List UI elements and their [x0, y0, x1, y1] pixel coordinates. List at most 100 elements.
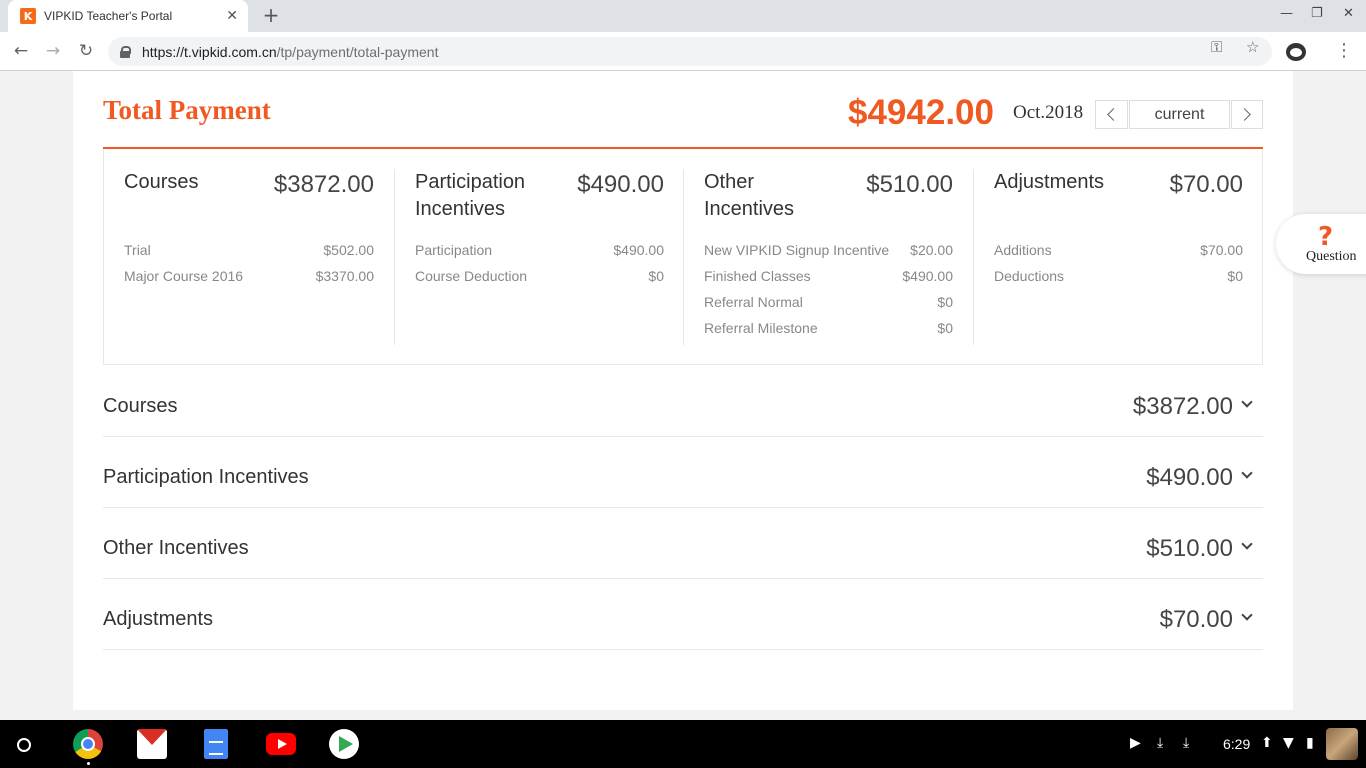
extension-icon[interactable]: [1286, 43, 1306, 61]
update-icon[interactable]: ⬆: [1261, 735, 1273, 751]
gmail-app-icon[interactable]: [137, 729, 167, 759]
running-indicator: [87, 762, 90, 765]
url-host: https://t.vipkid.com.cn: [142, 43, 277, 60]
question-mark-icon: ?: [1318, 222, 1334, 252]
back-arrow-icon[interactable]: ←: [10, 40, 32, 62]
line-item-value: $0: [648, 268, 664, 284]
cast-icon[interactable]: ▶: [1130, 735, 1141, 751]
column-amount: $490.00: [577, 171, 664, 198]
url-path: /tp/payment/total-payment: [276, 43, 439, 60]
accordion-amount: $70.00: [1159, 606, 1233, 633]
wifi-icon[interactable]: ▼: [1283, 735, 1294, 751]
line-item-label: Referral Normal: [704, 294, 803, 310]
line-item-label: Additions: [994, 242, 1052, 258]
current-period-button[interactable]: current: [1129, 100, 1230, 129]
vipkid-favicon-icon: K: [20, 8, 36, 24]
line-item-value: $490.00: [902, 268, 953, 284]
line-item: Trial $502.00: [124, 237, 374, 263]
tab-title: VIPKID Teacher's Portal: [44, 9, 173, 23]
accordion-label: Participation Incentives: [103, 466, 309, 488]
accordion-adjustments[interactable]: Adjustments $70.00: [103, 579, 1263, 650]
line-item-label: Referral Milestone: [704, 320, 818, 336]
line-item: Finished Classes $490.00: [704, 263, 953, 289]
play-store-app-icon[interactable]: [329, 729, 359, 759]
launcher-icon[interactable]: [17, 738, 31, 752]
chevron-down-icon: [1241, 538, 1253, 550]
accordion-label: Courses: [103, 395, 178, 417]
line-item: Referral Milestone $0: [704, 315, 953, 341]
star-icon[interactable]: ☆: [1246, 38, 1259, 56]
line-item: Additions $70.00: [994, 237, 1243, 263]
accordion-amount: $490.00: [1146, 464, 1233, 491]
line-item-value: $0: [1227, 268, 1243, 284]
line-item-value: $502.00: [323, 242, 374, 258]
address-bar[interactable]: https://t.vipkid.com.cn/tp/payment/total…: [108, 37, 1272, 66]
line-item-label: Deductions: [994, 268, 1065, 284]
browser-toolbar: ← → ↻ https://t.vipkid.com.cn/tp/payment…: [0, 32, 1366, 71]
line-item: Deductions $0: [994, 263, 1243, 289]
line-item-value: $3370.00: [315, 268, 374, 284]
line-item-label: Major Course 2016: [124, 268, 244, 284]
battery-icon[interactable]: ▮: [1306, 735, 1314, 751]
os-shelf: ▶ ⤓ ⤓ 6:29 ⬆ ▼ ▮: [0, 720, 1366, 768]
summary-column-participation: Participation Incentives $490.00 Partici…: [394, 169, 684, 345]
reload-icon[interactable]: ↻: [75, 40, 97, 62]
restore-icon[interactable]: ❐: [1311, 6, 1323, 21]
lock-icon: [120, 45, 131, 58]
payment-card: Total Payment $4942.00 Oct.2018 current …: [73, 71, 1293, 710]
accordion-label: Other Incentives: [103, 537, 249, 559]
avatar[interactable]: [1326, 728, 1358, 760]
line-item-value: $0: [937, 294, 953, 310]
youtube-app-icon[interactable]: [266, 733, 296, 755]
column-amount: $3872.00: [273, 171, 374, 198]
line-item-label: Course Deduction: [415, 268, 528, 284]
line-item: Participation $490.00: [415, 237, 664, 263]
download-icon[interactable]: ⤓: [1183, 735, 1189, 751]
tab-close-icon[interactable]: ✕: [226, 8, 238, 24]
key-icon[interactable]: ⚿: [1211, 38, 1222, 56]
previous-month-button[interactable]: [1095, 100, 1128, 129]
accordion-amount: $510.00: [1146, 535, 1233, 562]
accordion-participation-incentives[interactable]: Participation Incentives $490.00: [103, 437, 1263, 508]
payment-summary: Courses $3872.00 Trial $502.00 Major Cour…: [103, 149, 1263, 365]
column-title: Other Incentives: [704, 171, 795, 220]
minimize-icon[interactable]: —: [1280, 6, 1293, 21]
accordion-other-incentives[interactable]: Other Incentives $510.00: [103, 508, 1263, 579]
chevron-right-icon: [1238, 108, 1251, 121]
url-text: https://t.vipkid.com.cn/tp/payment/total…: [142, 44, 438, 60]
next-month-button[interactable]: [1231, 100, 1263, 129]
new-tab-icon[interactable]: +: [260, 4, 282, 26]
forward-arrow-icon[interactable]: →: [42, 40, 64, 62]
line-item-value: $490.00: [613, 242, 664, 258]
more-menu-icon[interactable]: ⋮: [1334, 40, 1354, 61]
line-item-label: Finished Classes: [704, 268, 811, 284]
summary-column-courses: Courses $3872.00 Trial $502.00 Major Cour…: [104, 169, 394, 345]
line-item-value: $0: [937, 320, 953, 336]
docs-app-icon[interactable]: [204, 729, 228, 759]
column-amount: $70.00: [1169, 171, 1243, 198]
line-item-label: Participation: [415, 242, 493, 258]
accordion-label: Adjustments: [103, 608, 214, 630]
line-item: Referral Normal $0: [704, 289, 953, 315]
window-close-icon[interactable]: ✕: [1343, 6, 1354, 21]
question-label: Question: [1306, 249, 1357, 264]
question-button[interactable]: ? Question: [1276, 214, 1366, 274]
download-icon[interactable]: ⤓: [1157, 735, 1163, 751]
tab-strip: K VIPKID Teacher's Portal ✕ + — ❐ ✕: [0, 0, 1366, 32]
line-item-value: $20.00: [910, 242, 953, 258]
line-item: Course Deduction $0: [415, 263, 664, 289]
chrome-app-icon[interactable]: [73, 729, 103, 759]
browser-tab[interactable]: K VIPKID Teacher's Portal ✕: [8, 0, 248, 32]
summary-column-adjustments: Adjustments $70.00 Additions $70.00 Deduc…: [973, 169, 1263, 345]
total-amount: $4942.00: [848, 93, 994, 132]
column-amount: $510.00: [866, 171, 953, 198]
summary-column-other: Other Incentives $510.00 New VIPKID Sign…: [683, 169, 973, 345]
clock[interactable]: 6:29: [1223, 736, 1250, 752]
column-title: Participation Incentives: [415, 171, 526, 220]
accordion-courses[interactable]: Courses $3872.00: [103, 366, 1263, 437]
line-item-label: New VIPKID Signup Incentive: [704, 242, 890, 258]
accordion-amount: $3872.00: [1132, 393, 1233, 420]
line-item-value: $70.00: [1200, 242, 1243, 258]
line-item: Major Course 2016 $3370.00: [124, 263, 374, 289]
chevron-down-icon: [1241, 609, 1253, 621]
